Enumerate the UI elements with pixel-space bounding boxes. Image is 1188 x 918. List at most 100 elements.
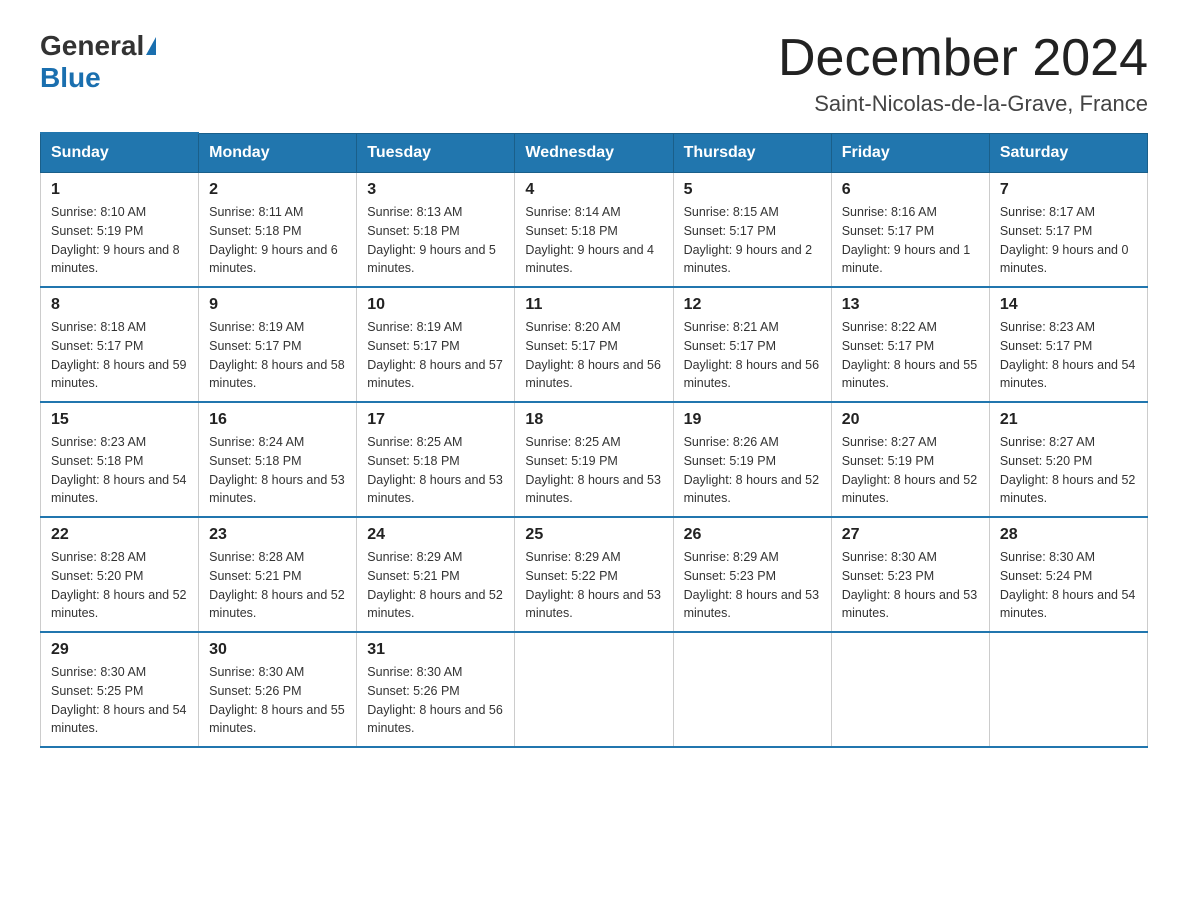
day-number: 3 <box>367 181 504 199</box>
day-number: 22 <box>51 526 188 544</box>
calendar-cell: 23 Sunrise: 8:28 AMSunset: 5:21 PMDaylig… <box>199 517 357 632</box>
day-number: 9 <box>209 296 346 314</box>
calendar-cell: 1 Sunrise: 8:10 AMSunset: 5:19 PMDayligh… <box>41 173 199 288</box>
calendar-cell <box>673 632 831 747</box>
day-number: 17 <box>367 411 504 429</box>
day-number: 20 <box>842 411 979 429</box>
header-monday: Monday <box>199 133 357 173</box>
calendar-cell: 7 Sunrise: 8:17 AMSunset: 5:17 PMDayligh… <box>989 173 1147 288</box>
calendar-cell: 27 Sunrise: 8:30 AMSunset: 5:23 PMDaylig… <box>831 517 989 632</box>
day-info: Sunrise: 8:25 AMSunset: 5:18 PMDaylight:… <box>367 435 503 505</box>
calendar-cell: 2 Sunrise: 8:11 AMSunset: 5:18 PMDayligh… <box>199 173 357 288</box>
day-number: 24 <box>367 526 504 544</box>
day-number: 23 <box>209 526 346 544</box>
day-info: Sunrise: 8:20 AMSunset: 5:17 PMDaylight:… <box>525 320 661 390</box>
day-info: Sunrise: 8:16 AMSunset: 5:17 PMDaylight:… <box>842 205 971 275</box>
calendar-cell: 5 Sunrise: 8:15 AMSunset: 5:17 PMDayligh… <box>673 173 831 288</box>
calendar-cell: 11 Sunrise: 8:20 AMSunset: 5:17 PMDaylig… <box>515 287 673 402</box>
day-number: 29 <box>51 641 188 659</box>
header-friday: Friday <box>831 133 989 173</box>
calendar-cell: 3 Sunrise: 8:13 AMSunset: 5:18 PMDayligh… <box>357 173 515 288</box>
day-number: 25 <box>525 526 662 544</box>
calendar-week-2: 8 Sunrise: 8:18 AMSunset: 5:17 PMDayligh… <box>41 287 1148 402</box>
calendar-cell: 9 Sunrise: 8:19 AMSunset: 5:17 PMDayligh… <box>199 287 357 402</box>
calendar-week-3: 15 Sunrise: 8:23 AMSunset: 5:18 PMDaylig… <box>41 402 1148 517</box>
calendar-cell: 8 Sunrise: 8:18 AMSunset: 5:17 PMDayligh… <box>41 287 199 402</box>
day-number: 13 <box>842 296 979 314</box>
calendar-cell: 25 Sunrise: 8:29 AMSunset: 5:22 PMDaylig… <box>515 517 673 632</box>
day-info: Sunrise: 8:26 AMSunset: 5:19 PMDaylight:… <box>684 435 820 505</box>
day-info: Sunrise: 8:29 AMSunset: 5:22 PMDaylight:… <box>525 550 661 620</box>
day-info: Sunrise: 8:11 AMSunset: 5:18 PMDaylight:… <box>209 205 338 275</box>
day-number: 28 <box>1000 526 1137 544</box>
day-number: 4 <box>525 181 662 199</box>
day-info: Sunrise: 8:27 AMSunset: 5:20 PMDaylight:… <box>1000 435 1136 505</box>
calendar-cell: 24 Sunrise: 8:29 AMSunset: 5:21 PMDaylig… <box>357 517 515 632</box>
page-header: General Blue December 2024 Saint-Nicolas… <box>40 30 1148 117</box>
day-number: 18 <box>525 411 662 429</box>
weekday-header-row: Sunday Monday Tuesday Wednesday Thursday… <box>41 133 1148 173</box>
day-number: 31 <box>367 641 504 659</box>
day-info: Sunrise: 8:13 AMSunset: 5:18 PMDaylight:… <box>367 205 496 275</box>
logo-blue-text: Blue <box>40 62 101 93</box>
day-number: 27 <box>842 526 979 544</box>
calendar-cell <box>831 632 989 747</box>
day-info: Sunrise: 8:23 AMSunset: 5:17 PMDaylight:… <box>1000 320 1136 390</box>
day-number: 11 <box>525 296 662 314</box>
day-info: Sunrise: 8:28 AMSunset: 5:20 PMDaylight:… <box>51 550 187 620</box>
day-number: 15 <box>51 411 188 429</box>
logo-triangle-icon <box>146 37 156 55</box>
day-info: Sunrise: 8:14 AMSunset: 5:18 PMDaylight:… <box>525 205 654 275</box>
calendar-cell: 15 Sunrise: 8:23 AMSunset: 5:18 PMDaylig… <box>41 402 199 517</box>
day-number: 8 <box>51 296 188 314</box>
day-number: 2 <box>209 181 346 199</box>
calendar-cell: 12 Sunrise: 8:21 AMSunset: 5:17 PMDaylig… <box>673 287 831 402</box>
calendar-cell: 4 Sunrise: 8:14 AMSunset: 5:18 PMDayligh… <box>515 173 673 288</box>
calendar-week-4: 22 Sunrise: 8:28 AMSunset: 5:20 PMDaylig… <box>41 517 1148 632</box>
day-info: Sunrise: 8:27 AMSunset: 5:19 PMDaylight:… <box>842 435 978 505</box>
calendar-cell: 13 Sunrise: 8:22 AMSunset: 5:17 PMDaylig… <box>831 287 989 402</box>
calendar-cell: 29 Sunrise: 8:30 AMSunset: 5:25 PMDaylig… <box>41 632 199 747</box>
logo: General Blue <box>40 30 158 94</box>
day-info: Sunrise: 8:24 AMSunset: 5:18 PMDaylight:… <box>209 435 345 505</box>
day-number: 1 <box>51 181 188 199</box>
calendar-cell: 19 Sunrise: 8:26 AMSunset: 5:19 PMDaylig… <box>673 402 831 517</box>
day-number: 30 <box>209 641 346 659</box>
calendar-cell: 16 Sunrise: 8:24 AMSunset: 5:18 PMDaylig… <box>199 402 357 517</box>
day-number: 12 <box>684 296 821 314</box>
month-title: December 2024 <box>778 30 1148 87</box>
day-info: Sunrise: 8:25 AMSunset: 5:19 PMDaylight:… <box>525 435 661 505</box>
calendar-cell: 26 Sunrise: 8:29 AMSunset: 5:23 PMDaylig… <box>673 517 831 632</box>
calendar-table: Sunday Monday Tuesday Wednesday Thursday… <box>40 132 1148 748</box>
calendar-cell: 21 Sunrise: 8:27 AMSunset: 5:20 PMDaylig… <box>989 402 1147 517</box>
day-info: Sunrise: 8:30 AMSunset: 5:24 PMDaylight:… <box>1000 550 1136 620</box>
day-info: Sunrise: 8:28 AMSunset: 5:21 PMDaylight:… <box>209 550 345 620</box>
calendar-cell <box>515 632 673 747</box>
logo-general-text: General <box>40 30 144 62</box>
day-info: Sunrise: 8:30 AMSunset: 5:23 PMDaylight:… <box>842 550 978 620</box>
calendar-cell: 17 Sunrise: 8:25 AMSunset: 5:18 PMDaylig… <box>357 402 515 517</box>
day-number: 14 <box>1000 296 1137 314</box>
calendar-cell: 22 Sunrise: 8:28 AMSunset: 5:20 PMDaylig… <box>41 517 199 632</box>
day-info: Sunrise: 8:30 AMSunset: 5:26 PMDaylight:… <box>209 665 345 735</box>
calendar-cell: 30 Sunrise: 8:30 AMSunset: 5:26 PMDaylig… <box>199 632 357 747</box>
day-info: Sunrise: 8:29 AMSunset: 5:23 PMDaylight:… <box>684 550 820 620</box>
day-number: 7 <box>1000 181 1137 199</box>
day-info: Sunrise: 8:17 AMSunset: 5:17 PMDaylight:… <box>1000 205 1129 275</box>
calendar-cell: 18 Sunrise: 8:25 AMSunset: 5:19 PMDaylig… <box>515 402 673 517</box>
day-info: Sunrise: 8:10 AMSunset: 5:19 PMDaylight:… <box>51 205 180 275</box>
day-info: Sunrise: 8:23 AMSunset: 5:18 PMDaylight:… <box>51 435 187 505</box>
day-number: 10 <box>367 296 504 314</box>
title-area: December 2024 Saint-Nicolas-de-la-Grave,… <box>778 30 1148 117</box>
day-info: Sunrise: 8:29 AMSunset: 5:21 PMDaylight:… <box>367 550 503 620</box>
calendar-cell: 31 Sunrise: 8:30 AMSunset: 5:26 PMDaylig… <box>357 632 515 747</box>
day-info: Sunrise: 8:30 AMSunset: 5:25 PMDaylight:… <box>51 665 187 735</box>
calendar-week-1: 1 Sunrise: 8:10 AMSunset: 5:19 PMDayligh… <box>41 173 1148 288</box>
header-wednesday: Wednesday <box>515 133 673 173</box>
day-number: 5 <box>684 181 821 199</box>
day-info: Sunrise: 8:30 AMSunset: 5:26 PMDaylight:… <box>367 665 503 735</box>
header-thursday: Thursday <box>673 133 831 173</box>
day-number: 19 <box>684 411 821 429</box>
calendar-week-5: 29 Sunrise: 8:30 AMSunset: 5:25 PMDaylig… <box>41 632 1148 747</box>
location-subtitle: Saint-Nicolas-de-la-Grave, France <box>778 91 1148 117</box>
